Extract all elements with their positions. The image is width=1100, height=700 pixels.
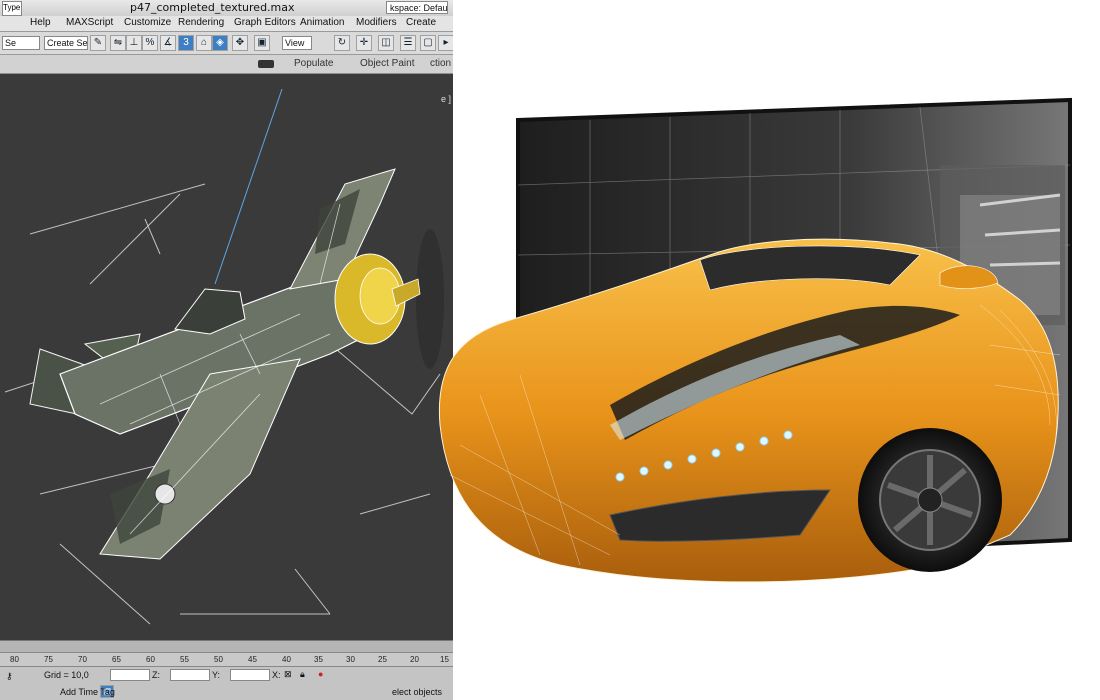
edit-named-selection-icon[interactable]: ✎ (90, 35, 106, 51)
menu-help[interactable]: Help (30, 17, 51, 28)
tick-label: 35 (314, 655, 323, 664)
z-label: Z: (152, 670, 160, 680)
tick-label: 40 (282, 655, 291, 664)
tab-selection[interactable]: ction (430, 58, 451, 69)
workspace-dropdown[interactable]: kspace: Default (386, 1, 448, 14)
tick-label: 65 (112, 655, 121, 664)
select-object-icon[interactable]: ▸ (438, 35, 453, 51)
tick-label: 15 (440, 655, 449, 664)
ribbon-tabs: Populate Object Paint ction (0, 55, 453, 74)
rect-selection-icon[interactable]: ▢ (420, 35, 436, 51)
x-label: X: (272, 670, 281, 680)
tick-label: 25 (378, 655, 387, 664)
track-bar[interactable]: 80 75 70 65 60 55 50 45 40 35 30 25 20 1… (0, 652, 453, 667)
menu-maxscript[interactable]: MAXScript (66, 17, 113, 28)
reference-coord-dropdown[interactable]: View (282, 36, 312, 50)
tick-label: 30 (346, 655, 355, 664)
title-bar: Type a p47_completed_textured.max kspace… (0, 0, 453, 17)
airplane-wireframe (4, 88, 444, 625)
prompt-line: elect objects (392, 687, 443, 697)
menu-modifiers[interactable]: Modifiers (356, 17, 397, 28)
named-selection-set-field[interactable]: Create Selection Se (44, 36, 88, 50)
select-move-icon[interactable]: ✥ (232, 35, 248, 51)
tab-populate[interactable]: Populate (294, 58, 333, 69)
tick-label: 45 (248, 655, 257, 664)
y-coordinate-field[interactable] (170, 669, 210, 681)
tick-label: 60 (146, 655, 155, 664)
manipulate-icon[interactable]: ⌂ (196, 35, 212, 51)
add-time-tag-button[interactable]: Add Time Tag (60, 687, 115, 697)
menu-graph-editors[interactable]: Graph Editors (234, 17, 296, 28)
window-title: p47_completed_textured.max (130, 1, 295, 14)
select-move-arrows-icon[interactable]: ✛ (356, 35, 372, 51)
sports-car-render (438, 97, 1072, 583)
tick-label: 20 (410, 655, 419, 664)
mirror-icon[interactable]: ⇋ (110, 35, 126, 51)
tick-label: 55 (180, 655, 189, 664)
pin-icon[interactable]: ● (318, 669, 323, 679)
x-coordinate-field[interactable] (230, 669, 270, 681)
tick-label: 50 (214, 655, 223, 664)
tick-label: 70 (78, 655, 87, 664)
status-bar: ⚷ Grid = 10,0 Z: Y: X: ⊠ 🔒︎ ● ▤ Add Time… (0, 666, 453, 700)
tick-label: 75 (44, 655, 53, 664)
grid-readout: Grid = 10,0 (44, 670, 89, 680)
menu-bar: Help MAXScript Customize Rendering Graph… (0, 16, 453, 32)
menu-rendering[interactable]: Rendering (178, 17, 224, 28)
menu-customize[interactable]: Customize (124, 17, 171, 28)
snap-toggle-icon[interactable]: 3 (178, 35, 194, 51)
y-label: Y: (212, 670, 221, 680)
select-scale-icon[interactable]: ▣ (254, 35, 270, 51)
selection-filter-dropdown[interactable]: Se (2, 36, 40, 50)
key-icon[interactable]: ⚷ (6, 671, 13, 682)
select-by-name-icon[interactable]: ☰ (400, 35, 416, 51)
absolute-mode-icon[interactable]: ⊠ (284, 669, 292, 680)
ribbon-toggle-icon[interactable] (258, 60, 274, 68)
menu-animation[interactable]: Animation (300, 17, 344, 28)
spinner-snap-icon[interactable]: % (142, 35, 158, 51)
lock-icon[interactable]: 🔒︎ (300, 669, 305, 680)
window-crossing-icon[interactable]: ◫ (378, 35, 394, 51)
select-rotate-icon[interactable]: ↻ (334, 35, 350, 51)
angle-snap-icon[interactable]: ∡ (160, 35, 176, 51)
max-window: Type a p47_completed_textured.max kspace… (0, 0, 453, 700)
menu-create[interactable]: Create (406, 17, 436, 28)
pivot-center-icon[interactable]: ◈ (212, 35, 228, 51)
tab-object-paint[interactable]: Object Paint (360, 58, 414, 69)
search-field[interactable]: Type a (2, 1, 22, 16)
perspective-viewport[interactable]: e ] (0, 74, 453, 640)
main-toolbar: Se Create Selection Se ✎ ⇋ ⊥ % ∡ 3 ⌂ ◈ ✥… (0, 32, 453, 55)
align-icon[interactable]: ⊥ (126, 35, 142, 51)
z-coordinate-field[interactable] (110, 669, 150, 681)
tick-label: 80 (10, 655, 19, 664)
